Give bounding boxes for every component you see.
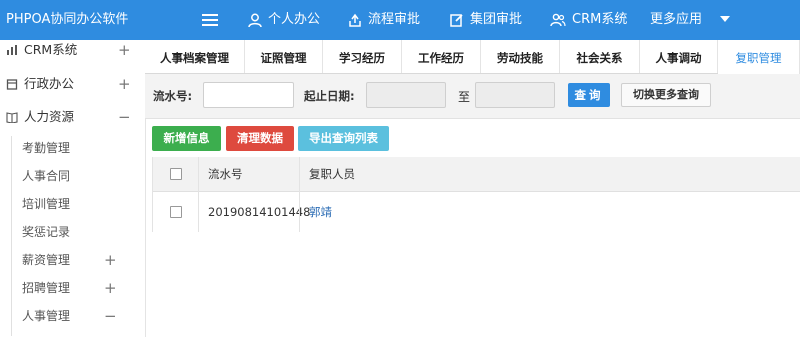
search-bar: 流水号: 起止日期: 至 查询 切换更多查询 <box>145 74 800 119</box>
topnav-label: 个人办公 <box>268 12 321 27</box>
topnav-label: CRM系统 <box>572 12 628 27</box>
sidebar-subitem-label: 人事合同 <box>22 169 71 183</box>
menu-toggle-icon[interactable] <box>202 11 218 29</box>
bar-chart-icon <box>7 45 17 55</box>
app-title: PHPOA协同办公软件 <box>6 12 129 27</box>
divider <box>299 157 300 192</box>
tab-transfers[interactable]: 人事调动 <box>640 40 718 73</box>
select-all-checkbox[interactable] <box>169 168 182 180</box>
tab-education[interactable]: 学习经历 <box>323 40 402 73</box>
sidebar-subitem-contract[interactable]: 人事合同 <box>22 162 145 190</box>
end-date-input[interactable] <box>475 82 555 108</box>
person-cell: 郭靖 <box>299 192 800 232</box>
expand-icon[interactable]: + <box>118 35 131 65</box>
sidebar-item-label: 人力资源 <box>24 109 75 124</box>
header-checkbox-cell <box>153 157 198 191</box>
date-separator: 至 <box>458 90 471 104</box>
topnav-personal-office[interactable]: 个人办公 <box>248 0 320 40</box>
date-label: 起止日期: <box>304 89 355 103</box>
sidebar-subitem-label: 奖惩记录 <box>22 225 71 239</box>
topnav-label: 更多应用 <box>650 12 703 27</box>
table-row[interactable]: 20190814101448 郭靖 <box>153 192 800 232</box>
topnav-label: 流程审批 <box>368 12 421 27</box>
sidebar-subitem-label: 考勤管理 <box>22 141 71 155</box>
tab-work-history[interactable]: 工作经历 <box>402 40 481 73</box>
user-icon <box>248 13 262 27</box>
sidebar-subitem-training[interactable]: 培训管理 <box>22 190 145 218</box>
topnav-more-apps[interactable]: 更多应用 <box>650 0 702 40</box>
topnav-label: 集团审批 <box>470 12 523 27</box>
sidebar-subitem-personnel[interactable]: 人事管理 − <box>22 302 145 330</box>
collapse-icon[interactable]: − <box>118 102 131 132</box>
divider <box>198 157 199 192</box>
tab-relations[interactable]: 社会关系 <box>560 40 640 73</box>
topnav-workflow[interactable]: 流程审批 <box>348 0 420 40</box>
row-checkbox[interactable] <box>169 206 182 218</box>
tab-certificates[interactable]: 证照管理 <box>245 40 323 73</box>
sidebar-item-crm[interactable]: CRM系统 + <box>0 35 145 65</box>
more-query-button[interactable]: 切换更多查询 <box>621 83 711 107</box>
sidebar-subitem-attendance[interactable]: 考勤管理 <box>22 134 145 162</box>
sidebar: CRM系统 + 行政办公 + 人力资源 − 考勤管理 人事合同 培训管理 奖惩记… <box>0 40 146 337</box>
tab-reinstatement[interactable]: 复职管理 <box>718 40 800 74</box>
data-table: 流水号 复职人员 20190814101448 郭靖 <box>152 157 800 232</box>
sidebar-subitem-recruit[interactable]: 招聘管理 + <box>22 274 145 302</box>
topnav-crm[interactable]: CRM系统 <box>550 0 627 40</box>
expand-icon[interactable]: + <box>118 69 131 99</box>
topnav-group-approval[interactable]: 集团审批 <box>450 0 522 40</box>
top-bar: PHPOA协同办公软件 个人办公 流程审批 集团审批 CRM系统 更多应用 <box>0 0 800 40</box>
row-checkbox-cell <box>153 192 198 232</box>
serial-input[interactable] <box>203 82 294 108</box>
sidebar-item-label: 行政办公 <box>24 76 75 91</box>
serial-label: 流水号: <box>153 89 193 103</box>
expand-icon[interactable]: + <box>104 274 117 302</box>
sidebar-subitem-label: 培训管理 <box>22 197 71 211</box>
tab-skills[interactable]: 劳动技能 <box>481 40 560 73</box>
query-button[interactable]: 查询 <box>568 83 610 107</box>
home-icon <box>6 79 18 90</box>
add-button[interactable]: 新增信息 <box>152 126 221 151</box>
tab-personnel-files[interactable]: 人事档案管理 <box>145 40 245 73</box>
column-header[interactable]: 复职人员 <box>299 157 800 191</box>
edit-icon <box>450 14 463 27</box>
divider <box>198 192 199 232</box>
sidebar-item-admin[interactable]: 行政办公 + <box>0 69 145 99</box>
divider <box>299 192 300 232</box>
sidebar-subitem-label: 招聘管理 <box>22 281 71 295</box>
table-header: 流水号 复职人员 <box>153 157 800 192</box>
start-date-input[interactable] <box>366 82 446 108</box>
serial-cell: 20190814101448 <box>208 205 311 219</box>
sidebar-subitem-rewards[interactable]: 奖惩记录 <box>22 218 145 246</box>
team-icon <box>550 13 566 27</box>
column-header[interactable]: 流水号 <box>198 157 299 191</box>
person-link[interactable]: 郭靖 <box>309 204 332 220</box>
clear-button[interactable]: 清理数据 <box>226 126 294 151</box>
sidebar-subitem-salary[interactable]: 薪资管理 + <box>22 246 145 274</box>
submenu-rule <box>11 136 12 336</box>
sidebar-item-hr[interactable]: 人力资源 − <box>0 102 145 132</box>
tab-bar: 人事档案管理 证照管理 学习经历 工作经历 劳动技能 社会关系 人事调动 复职管… <box>145 40 800 74</box>
workflow-icon <box>349 13 361 27</box>
sidebar-subitem-label: 人事管理 <box>22 309 71 323</box>
chevron-down-icon[interactable] <box>720 16 730 22</box>
book-icon <box>6 112 18 123</box>
expand-icon[interactable]: + <box>104 246 117 274</box>
sidebar-subitem-label: 薪资管理 <box>22 253 71 267</box>
sidebar-item-label: CRM系统 <box>24 42 78 57</box>
collapse-icon[interactable]: − <box>104 302 117 330</box>
export-button[interactable]: 导出查询列表 <box>298 126 389 151</box>
